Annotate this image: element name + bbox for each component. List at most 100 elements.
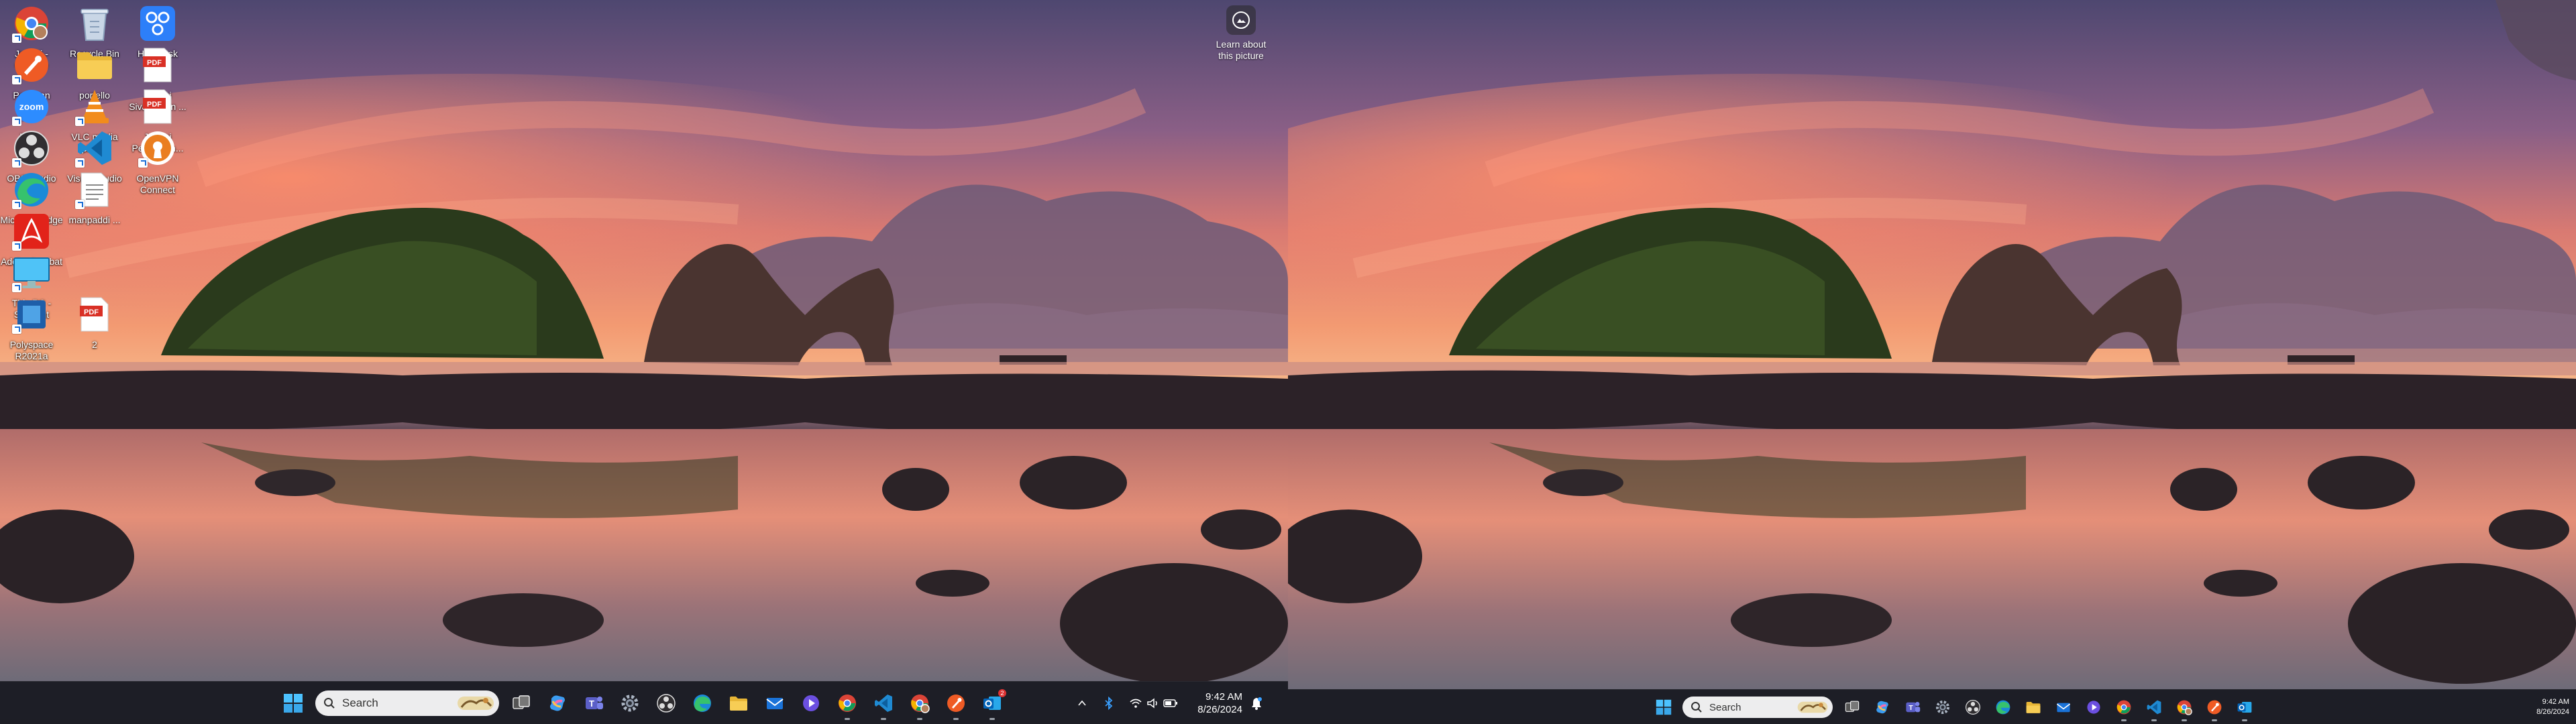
taskbar-postman[interactable] <box>2199 692 2229 723</box>
search-icon <box>324 698 335 709</box>
this-pc-icon <box>11 252 52 294</box>
windows-start-icon <box>1656 699 1671 715</box>
folder-icon <box>730 697 747 711</box>
taskbar-vscode[interactable] <box>865 685 902 721</box>
vlc-icon <box>74 86 115 127</box>
text-file-icon <box>74 169 115 210</box>
obs-icon <box>11 127 52 169</box>
start-button[interactable] <box>1648 692 1678 723</box>
taskbar-mail[interactable] <box>757 685 793 721</box>
svg-text:zoom: zoom <box>19 101 44 112</box>
desktop-icon-pdf-2[interactable]: PDF 2 <box>63 291 126 370</box>
taskbar-primary: Search T 2 9:42 AM 8/26/2024 <box>0 681 1288 724</box>
taskbar-file-explorer[interactable] <box>2018 692 2048 723</box>
taskbar-settings[interactable] <box>612 685 648 721</box>
search-highlight-art-icon <box>458 697 494 710</box>
clock-time: 9:42 AM <box>1205 691 1242 703</box>
wifi-icon <box>1130 699 1142 708</box>
copilot-icon <box>550 695 565 711</box>
taskbar-settings[interactable] <box>1927 692 1957 723</box>
show-hidden-icons-button[interactable] <box>1073 693 1091 713</box>
taskbar-edge[interactable] <box>684 685 720 721</box>
svg-text:T: T <box>1909 705 1913 712</box>
taskbar-edge[interactable] <box>1988 692 2018 723</box>
taskbar-vscode[interactable] <box>2139 692 2169 723</box>
taskbar-clock[interactable]: 9:42 AM 8/26/2024 <box>2522 697 2569 717</box>
notifications-button[interactable] <box>1248 693 1265 713</box>
chrome-icon <box>911 695 930 713</box>
task-view-icon <box>513 695 530 709</box>
taskbar-search[interactable]: Search <box>1682 697 1833 718</box>
chevron-up-icon <box>1078 700 1086 706</box>
taskbar-obs[interactable] <box>648 685 684 721</box>
postman-icon <box>11 44 52 86</box>
pdf-icon: PDF <box>74 294 115 335</box>
gear-icon <box>1935 701 1949 714</box>
search-highlight-art-icon <box>1797 701 1828 713</box>
taskbar-chrome[interactable] <box>829 685 865 721</box>
taskbar-postman[interactable] <box>938 685 974 721</box>
taskbar-media-player[interactable] <box>2078 692 2108 723</box>
taskbar-task-view[interactable] <box>1837 692 1867 723</box>
taskbar-chrome-profile[interactable] <box>902 685 938 721</box>
taskbar-obs[interactable] <box>1957 692 1988 723</box>
bluetooth-button[interactable] <box>1100 693 1118 713</box>
windows-start-icon <box>284 694 303 713</box>
taskbar-apps: Search <box>275 682 1010 724</box>
media-player-icon <box>803 695 819 711</box>
desktop-icon-label: 2 <box>92 339 97 350</box>
camera-icon <box>1226 5 1256 35</box>
taskbar-teams[interactable]: T <box>1897 692 1927 723</box>
desktop-icon-openvpn-connect[interactable]: OpenVPN Connect <box>126 125 189 204</box>
taskbar-clock[interactable]: 9:42 AM 8/26/2024 <box>1194 690 1242 716</box>
svg-text:PDF: PDF <box>84 308 99 316</box>
taskbar-file-explorer[interactable] <box>720 685 757 721</box>
folder-icon <box>74 44 115 86</box>
taskbar-copilot[interactable] <box>539 685 576 721</box>
desktop-icon-label: OpenVPN Connect <box>136 173 179 195</box>
teams-icon: T <box>586 697 603 709</box>
clock-time: 9:42 AM <box>2542 698 2569 706</box>
desktop-icon-polyspace[interactable]: Polyspace R2021a <box>0 291 63 370</box>
learn-about-picture-button[interactable]: Learn about this picture <box>1208 5 1275 62</box>
desktop-icon-grid: Janani - Chrome Recycle Bin <box>0 0 201 681</box>
start-button[interactable] <box>275 685 311 721</box>
svg-text:PDF: PDF <box>147 101 162 109</box>
taskbar-outlook[interactable]: 2 <box>974 685 1010 721</box>
taskbar-copilot[interactable] <box>1867 692 1897 723</box>
desktop-icon-manpaddi[interactable]: manpaddi ... <box>63 166 126 245</box>
volume-button[interactable] <box>1144 693 1162 713</box>
taskbar-media-player[interactable] <box>793 685 829 721</box>
system-tray: 9:42 AM 8/26/2024 <box>1073 682 1265 724</box>
desktop-icon-label: Polyspace R2021a <box>9 339 54 361</box>
search-placeholder: Search <box>1709 701 1741 713</box>
search-placeholder: Search <box>342 697 378 709</box>
chrome-icon <box>2177 700 2192 715</box>
svg-text:PDF: PDF <box>147 59 162 67</box>
battery-icon <box>1163 699 1177 707</box>
media-player-icon <box>2086 701 2100 714</box>
wifi-button[interactable] <box>1127 693 1144 713</box>
mail-icon <box>766 698 784 709</box>
pdf-icon: PDF <box>137 86 178 127</box>
recycle-bin-icon <box>74 3 115 44</box>
taskbar-task-view[interactable] <box>503 685 539 721</box>
desktop-wallpaper <box>1288 0 2576 724</box>
taskbar-search[interactable]: Search <box>315 690 499 716</box>
taskbar-teams[interactable]: T <box>576 685 612 721</box>
obs-icon <box>657 694 676 713</box>
taskbar-secondary: Search T 9:42 AM 8/26/2024 <box>1288 689 2576 724</box>
outlook-icon <box>2237 702 2251 713</box>
edge-icon <box>11 169 52 210</box>
taskbar-chrome[interactable] <box>2108 692 2139 723</box>
taskbar-outlook[interactable] <box>2229 692 2259 723</box>
polyspace-icon <box>11 294 52 335</box>
bluetooth-icon <box>1105 697 1113 710</box>
mail-icon <box>2056 703 2070 713</box>
monitor-2: Search T 9:42 AM 8/26/2024 <box>1288 0 2576 724</box>
postman-icon <box>947 695 965 712</box>
taskbar-mail[interactable] <box>2048 692 2078 723</box>
battery-button[interactable] <box>1162 693 1179 713</box>
clock-date: 8/26/2024 <box>1197 704 1242 715</box>
taskbar-chrome-profile[interactable] <box>2169 692 2199 723</box>
